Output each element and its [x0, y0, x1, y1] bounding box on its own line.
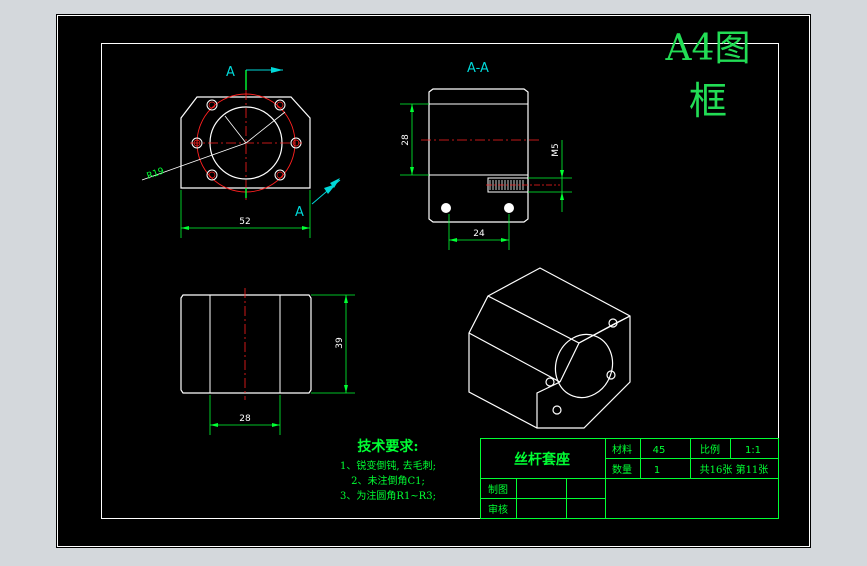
section-height-dim: 28 [401, 134, 411, 146]
checked-label: 审核 [488, 503, 508, 516]
drawn-label: 制图 [488, 483, 508, 496]
qty-value: 1 [654, 465, 660, 476]
frame-title-line1: A4图 [665, 28, 751, 69]
section-title: A-A [467, 61, 489, 76]
scale-value: 1:1 [745, 445, 761, 456]
note-item: 2、未注倒角C1; [351, 474, 425, 487]
material-label: 材料 [612, 443, 632, 456]
thread-label: M5 [551, 143, 561, 157]
qty-label: 数量 [612, 463, 632, 476]
side-width-dim: 28 [239, 414, 251, 424]
drawing-canvas: A4图 框 R19 A A 52 A-A 28 M5 24 39 28 技术要求… [56, 14, 811, 548]
section-mark-bottom: A [295, 205, 304, 220]
section-mark-top: A [226, 65, 235, 80]
cad-drawing-window: A4图 框 R19 A A 52 A-A 28 M5 24 39 28 技术要求… [0, 0, 867, 562]
section-bolt-hole [504, 203, 514, 213]
frame-title-line2: 框 [689, 79, 727, 123]
section-width-dim: 24 [473, 229, 485, 239]
sheet-info: 共16张 第11张 [700, 463, 769, 476]
note-item: 1、锐变倒钝, 去毛刺; [340, 459, 436, 472]
material-value: 45 [653, 445, 666, 456]
scale-label: 比例 [700, 443, 720, 456]
side-height-dim: 39 [335, 337, 345, 349]
notes-title: 技术要求: [357, 438, 418, 455]
part-name: 丝杆套座 [514, 451, 570, 468]
front-width-dim: 52 [239, 217, 250, 227]
note-item: 3、为注圆角R1~R3; [340, 489, 436, 502]
section-bolt-hole [441, 203, 451, 213]
